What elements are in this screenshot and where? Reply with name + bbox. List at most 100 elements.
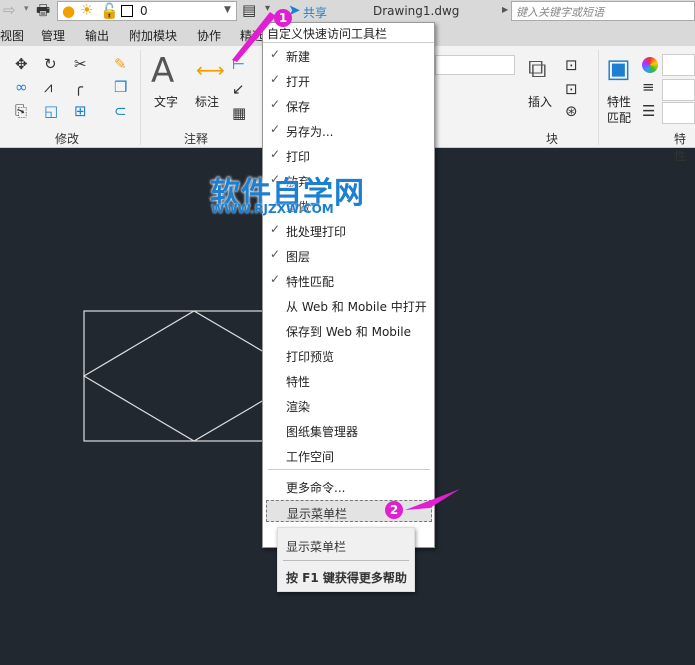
quick-access-toolbar: ⇨ ▾ 🖶 ● ☀ 🔓 0 ▼ ▤ ▾ ➤ 共享 Drawing1.dwg ▶ … (0, 0, 695, 22)
create-block-icon[interactable]: ⊡ (565, 58, 578, 73)
menu-item-label: 批处理打印 (286, 225, 347, 239)
block-group-label[interactable]: 块 (546, 130, 558, 147)
menu-item[interactable]: ✓ 打开 (263, 69, 434, 91)
move-icon[interactable]: ✥ (15, 57, 28, 72)
checkmark-icon: ✓ (270, 147, 281, 161)
match-properties-button[interactable]: 特性 (607, 93, 631, 110)
menu-item[interactable]: 特性 (263, 369, 434, 391)
menu-item-label: 打印预览 (286, 350, 335, 364)
menu-item-label: 新建 (286, 50, 311, 64)
menu-item-label: 图层 (286, 250, 311, 264)
redo-icon[interactable]: ⇨ (3, 3, 16, 18)
color-dropdown[interactable] (662, 54, 695, 76)
layer-dropdown[interactable]: ● ☀ 🔓 0 ▼ (57, 1, 237, 21)
leader-icon[interactable]: ↙ (232, 82, 245, 97)
explode-icon[interactable]: ❒ (114, 80, 127, 95)
tab-view[interactable]: 视图 (0, 27, 24, 44)
menu-item[interactable]: 打印预览 (263, 344, 434, 366)
mirror-icon[interactable]: ⩘ (44, 80, 52, 95)
checkmark-icon: ✓ (270, 72, 281, 86)
menu-item[interactable]: 保存到 Web 和 Mobile (263, 319, 434, 341)
menu-item-label: 显示菜单栏 (287, 507, 348, 521)
menu-item-label: 图纸集管理器 (286, 425, 359, 439)
menu-item-label: 从 Web 和 Mobile 中打开 (286, 300, 427, 314)
array-icon[interactable]: ⊞ (74, 104, 87, 119)
menu-divider (268, 469, 430, 470)
menu-item[interactable]: 工作空间 (263, 444, 434, 466)
tab-featured[interactable]: 精选 (240, 27, 264, 44)
menu-item[interactable]: ✓ 图层 (263, 244, 434, 266)
linetype-icon[interactable]: ☰ (642, 104, 655, 119)
color-wheel-icon[interactable] (642, 57, 658, 73)
lineweight-dropdown[interactable] (662, 79, 695, 101)
menu-item[interactable]: ✓ 保存 (263, 94, 434, 116)
menu-item-label: 保存到 Web 和 Mobile (286, 325, 411, 339)
tab-collaborate[interactable]: 协作 (197, 27, 221, 44)
checkmark-icon: ✓ (270, 47, 281, 61)
dimension-icon[interactable]: ⟷ (196, 60, 225, 80)
divider (140, 50, 141, 145)
menu-item[interactable]: 渲染 (263, 394, 434, 416)
text-button[interactable]: 文字 (154, 93, 178, 110)
menu-item-label: 渲染 (286, 400, 311, 414)
erase-icon[interactable]: ✎ (114, 57, 127, 72)
tooltip: 显示菜单栏 按 F1 键获得更多帮助 (277, 527, 415, 592)
tooltip-title: 显示菜单栏 (286, 540, 347, 554)
menu-item-label: 特性匹配 (286, 275, 335, 289)
divider (598, 50, 599, 145)
lineweight-icon[interactable]: ≡ (642, 80, 655, 95)
offset-icon[interactable]: ⊂ (114, 104, 127, 119)
chevron-down-icon[interactable]: ▾ (24, 5, 29, 14)
annotate-group-label[interactable]: 注释 (184, 130, 208, 147)
edit-block-icon[interactable]: ⊡ (565, 82, 578, 97)
menu-item[interactable]: ✓ 新建 (263, 44, 434, 66)
match-properties-icon[interactable]: ▣ (606, 56, 631, 82)
insert-block-icon[interactable]: ⧉ (528, 56, 547, 82)
chevron-down-icon: ▼ (224, 5, 231, 15)
customize-qat-dropdown-icon[interactable]: ▾ (265, 4, 270, 14)
step-badge-2: 2 (385, 501, 403, 519)
layer-properties-dropdown[interactable] (435, 55, 515, 75)
tab-addins[interactable]: 附加模块 (129, 27, 177, 44)
scale-icon[interactable]: ◱ (44, 104, 58, 119)
match-properties-label: 匹配 (607, 111, 632, 125)
lightbulb-icon: ● (62, 2, 76, 20)
share-button[interactable]: 共享 (303, 4, 327, 21)
menu-item[interactable]: 图纸集管理器 (263, 419, 434, 441)
menu-item[interactable]: ✓ 特性匹配 (263, 269, 434, 291)
watermark-url: WWW.RJZXW.COM (211, 202, 334, 216)
tab-manage[interactable]: 管理 (41, 27, 65, 44)
unlock-icon: 🔓 (100, 2, 119, 20)
table-icon[interactable]: ▦ (232, 106, 246, 121)
linear-dim-icon[interactable]: ⊢ (232, 57, 245, 72)
expand-arrow-icon[interactable]: ▶ (502, 6, 508, 14)
matchprop-qat-icon[interactable]: ▤ (242, 3, 256, 18)
trim-icon[interactable]: ✂ (74, 57, 87, 72)
checkmark-icon: ✓ (270, 122, 281, 136)
dimension-button[interactable]: 标注 (195, 93, 219, 110)
menu-item-label: 更多命令... (286, 481, 346, 495)
modify-group-label[interactable]: 修改 (55, 130, 79, 147)
menu-item[interactable]: 从 Web 和 Mobile 中打开 (263, 294, 434, 316)
plot-icon[interactable]: 🖶 (36, 3, 50, 18)
menu-item-label: 打印 (286, 150, 311, 164)
checkmark-icon: ✓ (270, 272, 281, 286)
menu-item-label: 特性 (286, 375, 311, 389)
linetype-dropdown[interactable] (662, 102, 695, 124)
menu-item-label: 保存 (286, 100, 311, 114)
menu-item[interactable]: ✓ 另存为... (263, 119, 434, 141)
text-icon[interactable]: A (151, 54, 174, 88)
menu-item[interactable]: ✓ 打印 (263, 144, 434, 166)
insert-button[interactable]: 插入 (528, 93, 552, 110)
tab-output[interactable]: 输出 (85, 27, 109, 44)
search-input[interactable]: 键入关键字或短语 (511, 1, 695, 21)
menu-item-show-menubar[interactable]: 显示菜单栏 (266, 500, 432, 522)
menu-item-label: 另存为... (286, 125, 334, 139)
menu-item[interactable]: ✓ 批处理打印 (263, 219, 434, 241)
copy-icon[interactable]: ∞ (15, 80, 28, 95)
stretch-icon[interactable]: ⎘ (15, 104, 27, 119)
menu-item-more-commands[interactable]: 更多命令... (263, 475, 434, 497)
fillet-icon[interactable]: ╭ (74, 80, 83, 95)
edit-attributes-icon[interactable]: ⊛ (565, 104, 578, 119)
rotate-icon[interactable]: ↻ (44, 57, 57, 72)
